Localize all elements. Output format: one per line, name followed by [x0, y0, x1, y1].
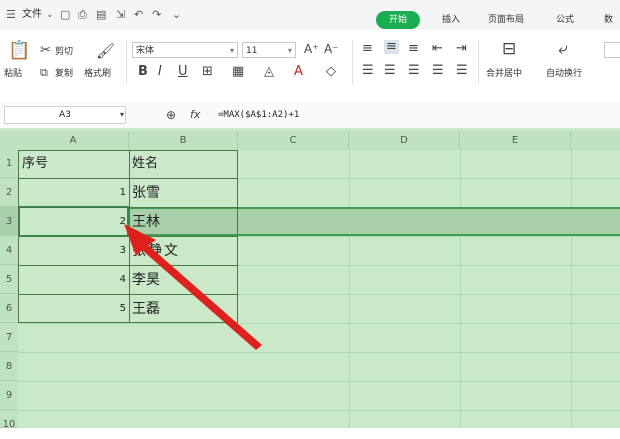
arrow-shape: [124, 224, 262, 350]
annotation-arrow: [124, 224, 262, 350]
